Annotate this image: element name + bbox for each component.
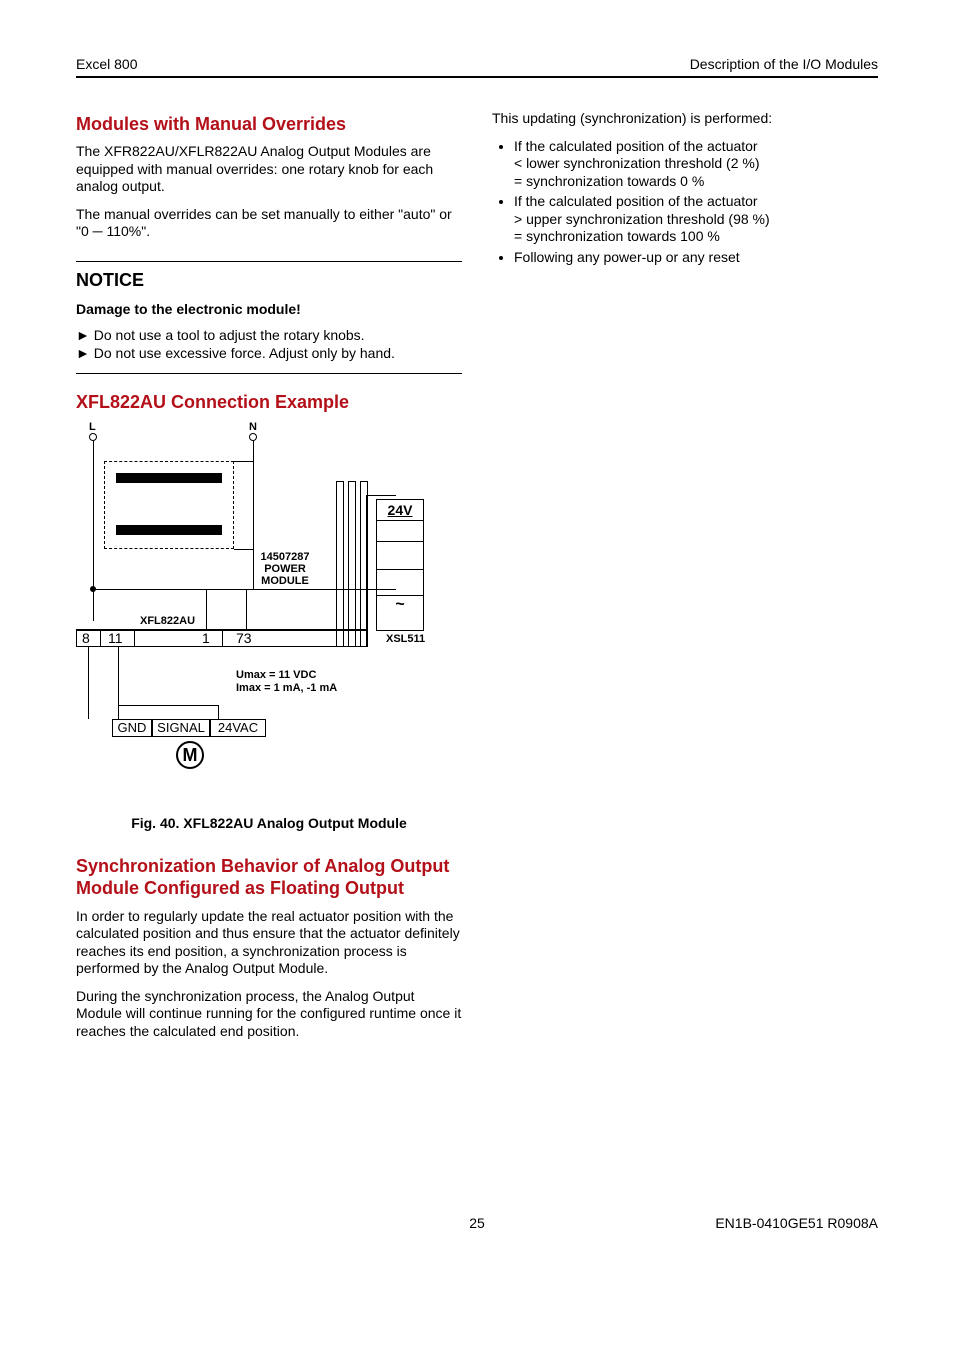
bullet-1-line-b: < lower synchronization threshold (2 %) xyxy=(514,155,760,171)
bullet-2-line-b: > upper synchronization threshold (98 %) xyxy=(514,211,770,227)
wire-drop-1 xyxy=(206,589,207,629)
bullet-3: Following any power-up or any reset xyxy=(514,249,878,267)
xsl-col-1 xyxy=(336,481,344,647)
notice-subhead: Damage to the electronic module! xyxy=(76,301,462,317)
page-number: 25 xyxy=(76,1215,878,1231)
left-column: Modules with Manual Overrides The XFR822… xyxy=(76,114,462,1050)
pm-1: 14507287 xyxy=(250,551,320,563)
module-bar-left xyxy=(76,629,77,647)
m-circle: M xyxy=(176,741,204,769)
wire-n-join2 xyxy=(234,549,254,550)
wire-11-down xyxy=(118,647,119,719)
heading-modules-overrides: Modules with Manual Overrides xyxy=(76,114,462,135)
para-sync-1: In order to regularly update the real ac… xyxy=(76,908,462,978)
xsl-col-2 xyxy=(348,481,356,647)
bullet-2-line-a: If the calculated position of the actuat… xyxy=(514,193,758,209)
wire-n-mid xyxy=(253,461,254,549)
xsl-col-3 xyxy=(360,481,368,647)
diagram-label-xfl822au: XFL822AU xyxy=(140,615,195,627)
notice-title: NOTICE xyxy=(76,270,462,291)
notice-list: Do not use a tool to adjust the rotary k… xyxy=(76,327,462,361)
term-73: 73 xyxy=(236,630,252,646)
xsl-hline-2 xyxy=(376,569,424,570)
sync-bullet-list: If the calculated position of the actuat… xyxy=(492,138,878,267)
switch-bar-2 xyxy=(116,525,222,535)
wire-bus-top xyxy=(93,589,366,590)
bullet-2: If the calculated position of the actuat… xyxy=(514,193,878,246)
header-left: Excel 800 xyxy=(76,56,137,72)
bullet-2-line-c: = synchronization towards 100 % xyxy=(514,228,720,244)
bullet-1: If the calculated position of the actuat… xyxy=(514,138,878,191)
wire-24vac-h xyxy=(118,705,218,706)
para-sync-intro: This updating (synchronization) is perfo… xyxy=(492,110,878,128)
cell-gnd: GND xyxy=(112,719,152,737)
xsl-tilde: ~ xyxy=(376,595,424,617)
diagram-label-n: N xyxy=(249,421,257,433)
term-1: 1 xyxy=(202,630,210,646)
notice-item-1: Do not use a tool to adjust the rotary k… xyxy=(76,327,462,343)
term-div-1 xyxy=(100,629,101,647)
xsl-hline-1 xyxy=(376,541,424,542)
cell-24vac: 24VAC xyxy=(210,719,266,737)
para-overrides-1: The XFR822AU/XFLR822AU Analog Output Mod… xyxy=(76,143,462,196)
wire-l xyxy=(93,441,94,621)
term-div-3 xyxy=(222,629,223,647)
diagram-label-l: L xyxy=(89,421,96,433)
header-rule xyxy=(76,76,878,78)
para-overrides-2: The manual overrides can be set manually… xyxy=(76,206,462,241)
wire-n-top xyxy=(253,441,254,461)
wire-bus-right-1 xyxy=(366,495,396,496)
wire-24vac-v xyxy=(218,705,219,719)
heading-connection-example: XFL822AU Connection Example xyxy=(76,392,462,413)
cell-signal: SIGNAL xyxy=(152,719,210,737)
header-right: Description of the I/O Modules xyxy=(690,56,878,72)
figure-caption: Fig. 40. XFL822AU Analog Output Module xyxy=(76,815,462,831)
footer: 25 EN1B-0410GE51 R0908A xyxy=(76,1215,878,1231)
xsl-24v: 24V xyxy=(376,499,424,521)
wire-drop-73 xyxy=(246,589,247,629)
xsl-label: XSL511 xyxy=(386,633,425,645)
wire-8-down xyxy=(88,647,89,719)
switch-bar-1 xyxy=(116,473,222,483)
wire-n-join xyxy=(234,461,254,462)
right-column: This updating (synchronization) is perfo… xyxy=(492,114,878,1050)
notice-item-2: Do not use excessive force. Adjust only … xyxy=(76,345,462,361)
umax-line: Umax = 11 VDC xyxy=(236,669,316,681)
heading-sync-behavior: Synchronization Behavior of Analog Outpu… xyxy=(76,855,462,900)
bullet-1-line-c: = synchronization towards 0 % xyxy=(514,173,704,189)
pm-2: POWER xyxy=(250,563,320,575)
diagram-xfl822au: L N xyxy=(76,421,462,801)
notice-rule-top xyxy=(76,261,462,262)
diagram-terminal-l xyxy=(89,433,97,441)
para-sync-2: During the synchronization process, the … xyxy=(76,988,462,1041)
pm-3: MODULE xyxy=(250,575,320,587)
notice-rule-bottom xyxy=(76,373,462,374)
term-8: 8 xyxy=(82,630,90,646)
bullet-1-line-a: If the calculated position of the actuat… xyxy=(514,138,758,154)
term-div-2 xyxy=(134,629,135,647)
imax-line: Imax = 1 mA, -1 mA xyxy=(236,682,337,694)
diagram-terminal-n xyxy=(249,433,257,441)
term-11: 11 xyxy=(108,630,123,646)
